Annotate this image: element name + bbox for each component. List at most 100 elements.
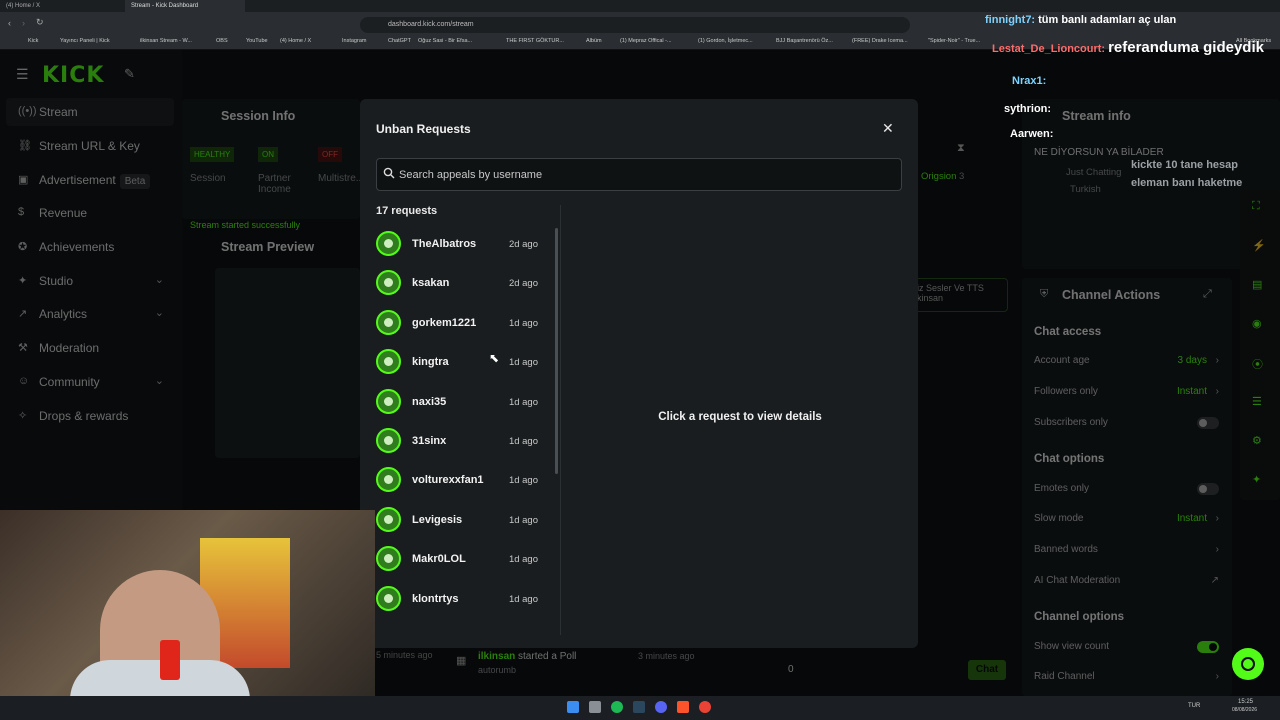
- overlay-chat-message: Lestat_De_Lioncourt: referanduma gideydik: [992, 39, 1264, 56]
- avatar: [376, 349, 401, 375]
- bookmark-item[interactable]: Albüm: [586, 38, 602, 44]
- bookmark-item[interactable]: "Spider-Noir" - True...: [928, 38, 980, 44]
- file-explorer-icon[interactable]: [589, 701, 601, 713]
- avatar: [376, 309, 401, 335]
- search-icon: [383, 167, 395, 179]
- request-row[interactable]: naxi35 1d ago: [376, 383, 540, 419]
- steam-icon[interactable]: [633, 701, 645, 713]
- avatar: [376, 546, 401, 572]
- overlay-chat-text: kickte 10 tane hesap: [1131, 159, 1239, 171]
- url-text: dashboard.kick.com/stream: [388, 21, 474, 28]
- request-age: 1d ago: [508, 593, 538, 605]
- clock-time[interactable]: 15:25: [1238, 699, 1253, 705]
- request-username: TheAlbatros: [412, 238, 477, 250]
- scrollbar[interactable]: [555, 228, 558, 474]
- request-age: 1d ago: [508, 396, 538, 408]
- help-button[interactable]: [1232, 648, 1264, 680]
- overlay-chat-message: sythrion:: [1004, 103, 1054, 115]
- request-row[interactable]: Makr0LOL 1d ago: [376, 540, 540, 576]
- avatar: [376, 231, 401, 256]
- request-username: volturexxfan1: [412, 474, 484, 487]
- bookmark-item[interactable]: (1) Mepraz Offical -...: [620, 38, 672, 44]
- request-row[interactable]: klontrtys 1d ago: [376, 580, 540, 616]
- bookmark-item[interactable]: BJJ Başantrenörü Öz...: [776, 38, 833, 44]
- url-field[interactable]: dashboard.kick.com/stream: [360, 17, 910, 33]
- forward-icon[interactable]: ›: [22, 18, 25, 28]
- overlay-chat-text: eleman banı haketme: [1131, 177, 1243, 189]
- bookmark-item[interactable]: YouTube: [246, 38, 268, 44]
- spotify-icon[interactable]: [611, 701, 623, 713]
- request-row[interactable]: 31sinx 1d ago: [376, 422, 540, 458]
- bookmark-item[interactable]: ChatGPT: [388, 38, 411, 44]
- request-row[interactable]: volturexxfan1 1d ago: [376, 461, 540, 497]
- webcam-overlay: [0, 510, 375, 720]
- bookmark-item[interactable]: ilkinsan Stream - W...: [140, 38, 192, 44]
- request-row[interactable]: TheAlbatros 2d ago: [376, 225, 540, 261]
- reload-icon[interactable]: ↻: [36, 17, 44, 28]
- bookmark-item[interactable]: (FREE) Drake Icema...: [852, 38, 908, 44]
- request-age: 1d ago: [508, 475, 538, 487]
- overlay-chat-message: kickte 10 tane hesap: [1128, 159, 1238, 171]
- language-indicator[interactable]: TUR: [1188, 703, 1200, 709]
- modal-title: Unban Requests: [376, 122, 471, 136]
- request-row[interactable]: ksakan 2d ago: [376, 264, 540, 300]
- chrome-icon[interactable]: [699, 701, 711, 713]
- request-age: 2d ago: [508, 278, 538, 290]
- bookmark-item[interactable]: (1) Gordon, İşletmec...: [698, 38, 753, 44]
- browser-tab-active[interactable]: Stream - Kick Dashboard: [125, 0, 245, 12]
- avatar: [376, 506, 401, 532]
- overlay-chat-text: tüm banlı adamları aç ulan: [1038, 14, 1177, 26]
- bookmark-item[interactable]: Oğuz Sasi - Bir Efsa...: [418, 38, 472, 44]
- bookmark-item[interactable]: OBS: [216, 38, 228, 44]
- discord-icon[interactable]: [655, 701, 667, 713]
- search-field[interactable]: [376, 158, 902, 191]
- overlay-chat-message: eleman banı haketme: [1128, 177, 1242, 189]
- overlay-chat-text: referanduma gideydik: [1108, 39, 1264, 56]
- request-age: 1d ago: [508, 317, 538, 329]
- request-age: 1d ago: [508, 514, 538, 526]
- avatar: [376, 585, 401, 611]
- divider: [560, 205, 561, 635]
- avatar: [376, 270, 401, 296]
- request-username: gorkem1221: [412, 316, 477, 329]
- bookmark-item[interactable]: Kick: [28, 38, 38, 44]
- request-age: 1d ago: [508, 436, 538, 447]
- brave-icon[interactable]: [677, 701, 689, 713]
- browser-tab-bar: (4) Home / X Stream - Kick Dashboard: [0, 0, 1280, 12]
- overlay-chat-user: Lestat_De_Lioncourt:: [992, 43, 1106, 55]
- request-age: 1d ago: [508, 357, 538, 369]
- browser-tab[interactable]: (4) Home / X: [0, 0, 125, 12]
- clock-date[interactable]: 08/08/2026: [1232, 707, 1257, 713]
- overlay-chat-user: Nrax1:: [1012, 75, 1047, 87]
- bookmark-item[interactable]: Yayıncı Paneli | Kick: [60, 38, 110, 44]
- request-username: kingtra: [412, 356, 449, 369]
- request-username: klontrtys: [412, 592, 459, 605]
- avatar: [376, 428, 401, 453]
- empty-detail-text: Click a request to view details: [658, 411, 822, 423]
- request-row[interactable]: gorkem1221 1d ago: [376, 304, 540, 340]
- overlay-chat-user: finnight7:: [985, 14, 1036, 26]
- search-input[interactable]: [399, 166, 879, 183]
- overlay-chat-message: finnight7: tüm banlı adamları aç ulan: [985, 14, 1176, 26]
- request-list: TheAlbatros 2d ago ksakan 2d ago gorkem1221 1…: [376, 225, 546, 635]
- close-icon[interactable]: ✕: [882, 120, 894, 137]
- overlay-chat-message: Aarwen:: [1010, 128, 1056, 140]
- mouse-cursor-icon: ⬉: [489, 351, 500, 365]
- request-username: 31sinx: [412, 435, 447, 447]
- bookmark-item[interactable]: Instagram: [342, 38, 366, 44]
- windows-start-icon[interactable]: [567, 701, 579, 713]
- bookmark-item[interactable]: THE FIRST GÖKTUR...: [506, 38, 564, 44]
- request-username: Makr0LOL: [412, 553, 466, 566]
- bookmark-item[interactable]: (4) Home / X: [280, 38, 311, 44]
- overlay-chat-message: Nrax1:: [1012, 75, 1049, 87]
- request-row[interactable]: Levigesis 1d ago: [376, 501, 540, 537]
- back-icon[interactable]: ‹: [8, 18, 11, 28]
- overlay-chat-user: sythrion:: [1004, 103, 1052, 115]
- avatar: [376, 467, 401, 493]
- request-row[interactable]: kingtra 1d ago: [376, 343, 540, 379]
- request-username: Levigesis: [412, 513, 463, 526]
- request-count: 17 requests: [376, 205, 438, 217]
- request-age: 2d ago: [508, 239, 538, 250]
- request-username: naxi35: [412, 395, 447, 408]
- overlay-chat-user: Aarwen:: [1010, 128, 1054, 140]
